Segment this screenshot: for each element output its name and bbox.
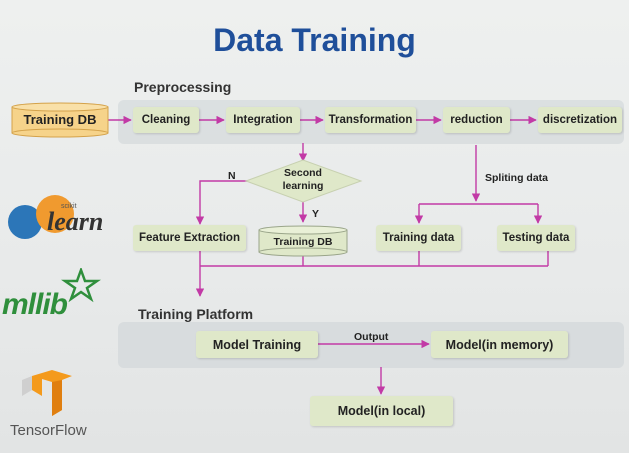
step-reduction: reduction (443, 107, 510, 133)
step-discretization: discretization (538, 107, 622, 133)
tensorflow-logo: TensorFlow (6, 370, 116, 440)
training-db-middle-label: Training DB (273, 236, 333, 248)
decision-text: Second learning (282, 167, 324, 192)
output-label: Output (354, 331, 389, 343)
arrow-no-to-feature (195, 180, 248, 225)
splitting-data-label: Spliting data (485, 172, 548, 184)
step-cleaning: Cleaning (133, 107, 199, 133)
feature-extraction-box: Feature Extraction (133, 225, 246, 251)
step-integration: Integration (226, 107, 300, 133)
model-local-box: Model(in local) (310, 396, 453, 426)
model-memory-box: Model(in memory) (431, 331, 568, 358)
decision-yes-label: Y (312, 208, 320, 220)
tensorflow-text: TensorFlow (10, 422, 87, 439)
decision-no-label: N (228, 170, 236, 182)
training-db-source-label: Training DB (23, 112, 97, 127)
sklearn-logo: scikit learn (3, 192, 113, 252)
mllib-logo: mllib (2, 266, 112, 328)
sklearn-text: learn (47, 207, 104, 236)
training-data-box: Training data (376, 225, 461, 251)
model-training-box: Model Training (196, 331, 318, 358)
testing-data-box: Testing data (497, 225, 575, 251)
mllib-text: mllib (2, 288, 68, 321)
step-transformation: Transformation (325, 107, 416, 133)
tensorflow-mark-icon (22, 370, 72, 416)
